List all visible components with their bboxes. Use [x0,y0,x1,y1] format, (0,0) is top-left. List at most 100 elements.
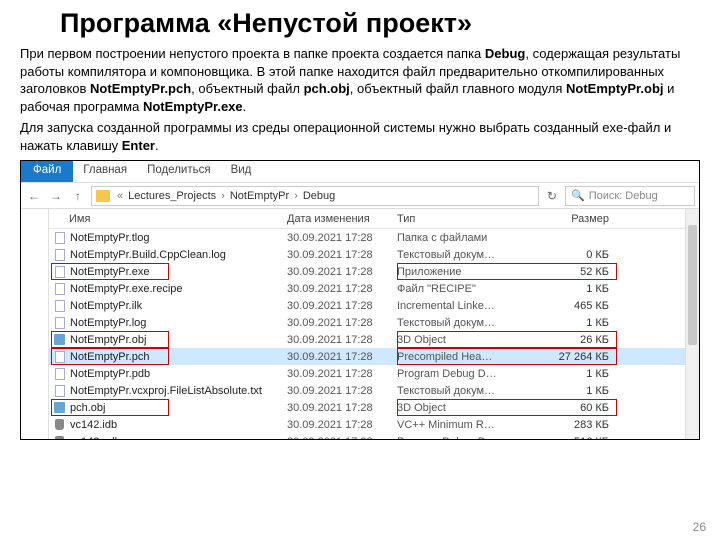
folder-icon [96,190,110,202]
paragraph-2: Для запуска созданной программы из среды… [20,119,700,154]
file-type: Program Debug D… [397,436,527,440]
file-date: 30.09.2021 17:28 [287,266,397,278]
table-row[interactable]: NotEmptyPr.log 30.09.2021 17:28Текстовый … [49,314,699,331]
file-date: 30.09.2021 17:28 [287,385,397,397]
breadcrumb[interactable]: NotEmptyPr [230,190,289,202]
file-date: 30.09.2021 17:28 [287,351,397,363]
file-size: 465 КБ [527,300,617,312]
tab-home[interactable]: Главная [73,161,137,182]
file-name: NotEmptyPr.pch [70,351,149,363]
file-name: NotEmptyPr.Build.CppClean.log [70,249,226,261]
search-input[interactable]: 🔍 Поиск: Debug [565,186,695,206]
file-icon [53,316,66,329]
file-size: 1 КБ [527,368,617,380]
table-row[interactable]: vc142.idb30.09.2021 17:28VC++ Minimum R…… [49,416,699,433]
file-type: Incremental Linke… [397,300,527,312]
file-type: Папка с файлами [397,232,527,244]
col-type[interactable]: Тип [397,209,527,228]
file-icon [53,350,66,363]
file-type: VC++ Minimum R… [397,419,527,431]
file-date: 30.09.2021 17:28 [287,283,397,295]
file-name: NotEmptyPr.ilk [70,300,142,312]
file-list: Имя Дата изменения Тип Размер NotEmptyPr… [49,209,699,439]
file-type: Приложение [397,266,527,278]
file-size: 52 КБ [527,266,617,278]
tab-file[interactable]: Файл [21,161,73,182]
file-type: Program Debug D… [397,368,527,380]
tab-view[interactable]: Вид [221,161,262,182]
file-size: 283 КБ [527,419,617,431]
file-date: 30.09.2021 17:28 [287,368,397,380]
file-size: 0 КБ [527,249,617,261]
file-size: 1 КБ [527,385,617,397]
address-bar-row: ← → ↑ « Lectures_Projects › NotEmptyPr ›… [21,183,699,209]
file-name: vc142.idb [70,419,117,431]
file-type: Текстовый докум… [397,249,527,261]
search-icon: 🔍 [571,189,585,202]
breadcrumb[interactable]: Lectures_Projects [128,190,216,202]
file-icon [53,231,66,244]
navigation-pane[interactable] [21,209,49,439]
file-size: 1 КБ [527,317,617,329]
file-name: NotEmptyPr.tlog [70,232,149,244]
db-icon [53,435,66,439]
table-row[interactable]: vc142.pdb 30.09.2021 17:28Program Debug D… [49,433,699,439]
table-row[interactable]: NotEmptyPr.vcxproj.FileListAbsolute.txt 3… [49,382,699,399]
file-icon [53,265,66,278]
file-date: 30.09.2021 17:28 [287,402,397,414]
table-row[interactable]: NotEmptyPr.exe 30.09.2021 17:28Приложение… [49,263,699,280]
col-size[interactable]: Размер [527,209,617,228]
file-name: NotEmptyPr.vcxproj.FileListAbsolute.txt [70,385,262,397]
file-size: 27 264 КБ [527,351,617,363]
file-type: Файл "RECIPE" [397,283,527,295]
file-name: NotEmptyPr.pdb [70,368,150,380]
file-type: Precompiled Hea… [397,351,527,363]
table-row[interactable]: NotEmptyPr.tlog 30.09.2021 17:28Папка с ф… [49,229,699,246]
col-date[interactable]: Дата изменения [287,209,397,228]
file-name: vc142.pdb [70,436,121,440]
scrollbar-thumb[interactable] [688,225,697,345]
paragraph-1: При первом построении непустого проекта … [20,45,700,115]
table-row[interactable]: NotEmptyPr.pdb 30.09.2021 17:28Program De… [49,365,699,382]
file-size: 26 КБ [527,334,617,346]
address-bar[interactable]: « Lectures_Projects › NotEmptyPr › Debug [91,186,539,206]
column-headers[interactable]: Имя Дата изменения Тип Размер [49,209,699,229]
file-type: Текстовый докум… [397,317,527,329]
forward-button[interactable]: → [47,187,65,205]
file-name: NotEmptyPr.obj [70,334,146,346]
file-date: 30.09.2021 17:28 [287,436,397,440]
col-name[interactable]: Имя [49,209,287,228]
file-date: 30.09.2021 17:28 [287,334,397,346]
table-row[interactable]: NotEmptyPr.exe.recipe 30.09.2021 17:28Фай… [49,280,699,297]
file-icon [53,384,66,397]
file-name: NotEmptyPr.log [70,317,146,329]
file-name: NotEmptyPr.exe [70,266,149,278]
file-size: 60 КБ [527,402,617,414]
file-date: 30.09.2021 17:28 [287,249,397,261]
table-row[interactable]: NotEmptyPr.obj30.09.2021 17:283D Object2… [49,331,699,348]
file-size: 516 КБ [527,436,617,440]
back-button[interactable]: ← [25,187,43,205]
file-icon [53,248,66,261]
refresh-button[interactable]: ↻ [543,187,561,205]
file-size: 1 КБ [527,283,617,295]
file-icon [53,299,66,312]
obj-icon [53,333,66,346]
breadcrumb[interactable]: Debug [303,190,335,202]
file-name: pch.obj [70,402,105,414]
file-explorer-window: Файл Главная Поделиться Вид ← → ↑ « Lect… [20,160,700,440]
up-button[interactable]: ↑ [69,187,87,205]
tab-share[interactable]: Поделиться [137,161,221,182]
table-row[interactable]: pch.obj30.09.2021 17:283D Object60 КБ [49,399,699,416]
file-name: NotEmptyPr.exe.recipe [70,283,183,295]
file-date: 30.09.2021 17:28 [287,317,397,329]
table-row[interactable]: NotEmptyPr.ilk 30.09.2021 17:28Incrementa… [49,297,699,314]
file-date: 30.09.2021 17:28 [287,232,397,244]
file-icon [53,367,66,380]
file-date: 30.09.2021 17:28 [287,300,397,312]
file-icon [53,282,66,295]
table-row[interactable]: NotEmptyPr.Build.CppClean.log 30.09.2021 … [49,246,699,263]
ribbon-tabs: Файл Главная Поделиться Вид [21,161,699,183]
table-row[interactable]: NotEmptyPr.pch 30.09.2021 17:28Precompile… [49,348,699,365]
scrollbar[interactable] [685,209,699,439]
